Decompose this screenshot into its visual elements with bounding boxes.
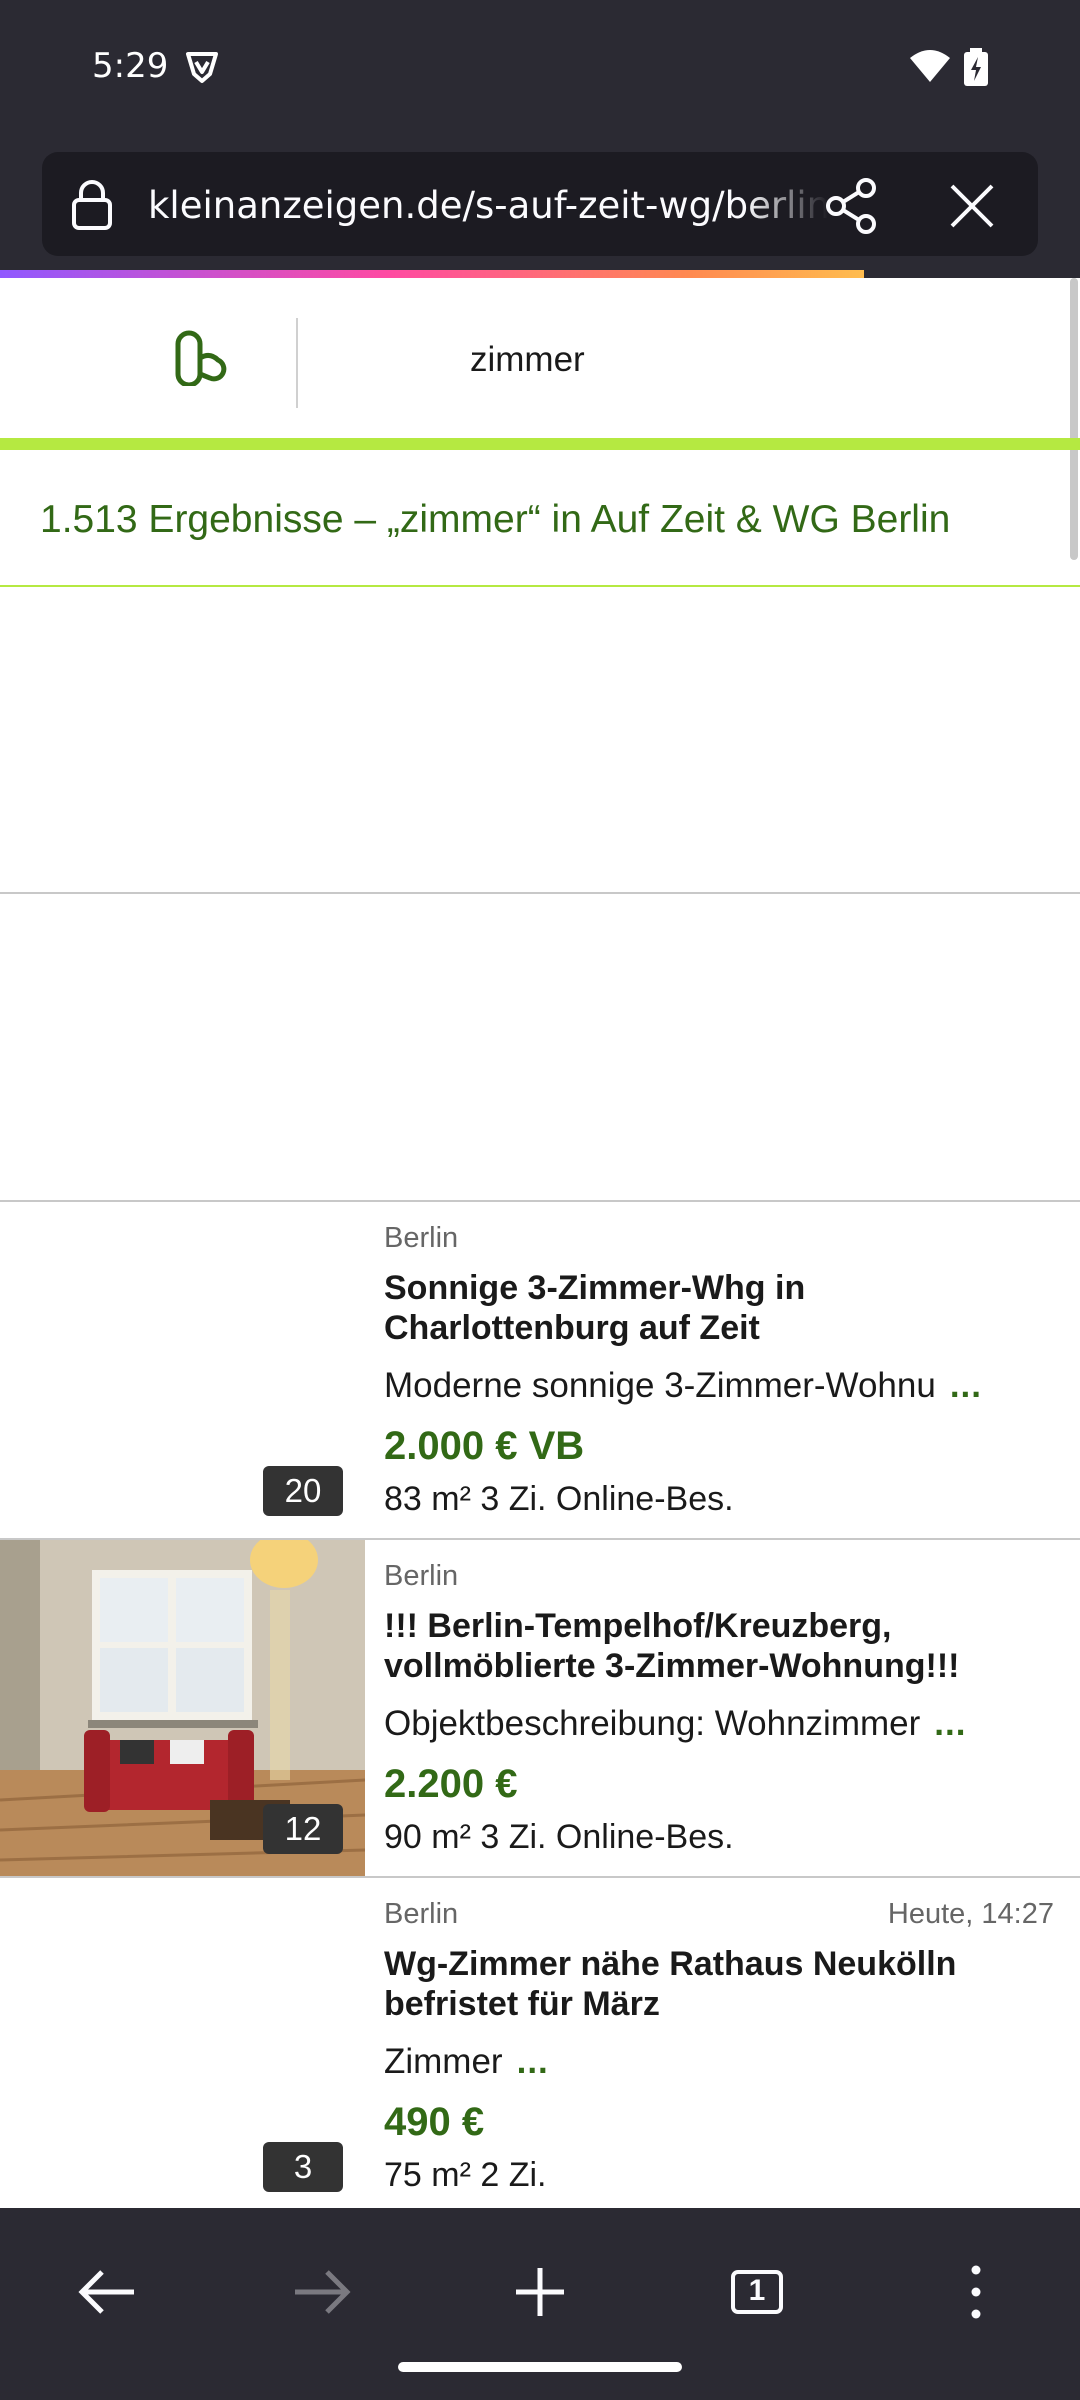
listing-item[interactable]: 12 Berlin !!! Berlin-Tempelhof/Kreuzberg… xyxy=(0,1540,1080,1878)
wifi-icon xyxy=(910,50,950,82)
header-divider xyxy=(296,318,298,408)
description-text: Moderne sonnige 3-Zimmer-Wohnu xyxy=(384,1366,936,1405)
listing-specs: 83 m² 3 Zi. Online-Bes. xyxy=(384,1480,734,1518)
divider xyxy=(0,892,1080,894)
listing-location: Berlin xyxy=(384,1560,459,1592)
vpn-shield-icon xyxy=(186,52,218,83)
back-arrow-icon[interactable] xyxy=(58,2244,154,2340)
description-text: Zimmer xyxy=(384,2042,503,2081)
web-page: zimmer 1.513 Ergebnisse – „zimmer“ in Au… xyxy=(0,278,1080,2208)
more-vertical-icon[interactable] xyxy=(928,2244,1024,2340)
progress-fill xyxy=(0,270,864,278)
share-icon[interactable] xyxy=(822,176,882,236)
description-more[interactable]: ... xyxy=(950,1366,982,1405)
listing-thumbnail[interactable]: 12 xyxy=(0,1540,365,1876)
kleinanzeigen-logo-icon[interactable] xyxy=(170,328,228,386)
listing-description: Moderne sonnige 3-Zimmer-Wohnu... xyxy=(384,1366,982,1406)
description-more[interactable]: ... xyxy=(517,2042,549,2081)
home-indicator[interactable] xyxy=(398,2362,682,2372)
tabs-button[interactable]: 1 xyxy=(709,2244,805,2340)
status-bar: 5:29 xyxy=(0,0,1080,140)
results-heading: 1.513 Ergebnisse – „zimmer“ in Auf Zeit … xyxy=(40,498,951,541)
image-count-badge: 12 xyxy=(263,1804,343,1854)
battery-charging-icon xyxy=(964,48,988,86)
listing-specs: 75 m² 2 Zi. xyxy=(384,2156,547,2194)
page-load-progress xyxy=(0,270,1080,278)
image-count-badge: 20 xyxy=(263,1466,343,1516)
site-header: zimmer xyxy=(0,278,1080,450)
listing-price: 2.000 € VB xyxy=(384,1424,585,1468)
listing-description: Zimmer... xyxy=(384,2042,549,2082)
listing-item[interactable]: 20 Berlin Sonnige 3-Zimmer-Whg in Charlo… xyxy=(0,1202,1080,1540)
listing-specs: 90 m² 3 Zi. Online-Bes. xyxy=(384,1818,734,1856)
tab-count: 1 xyxy=(748,2274,766,2307)
listing-location: Berlin xyxy=(384,1222,459,1254)
url-text[interactable]: kleinanzeigen.de/s-auf-zeit-wg/berlin xyxy=(148,184,828,227)
lock-icon[interactable] xyxy=(70,178,114,232)
listing-title[interactable]: Sonnige 3-Zimmer-Whg in Charlottenburg a… xyxy=(384,1268,1024,1348)
description-text: Objektbeschreibung: Wohnzimmer xyxy=(384,1704,921,1743)
ad-placeholder xyxy=(0,587,1080,1171)
close-icon[interactable] xyxy=(942,176,1002,236)
listing-thumbnail[interactable]: 20 xyxy=(0,1202,365,1538)
listing-item[interactable]: 3 Berlin Heute, 14:27 Wg-Zimmer nähe Rat… xyxy=(0,1878,1080,2208)
browser-toolbar: kleinanzeigen.de/s-auf-zeit-wg/berlin xyxy=(0,140,1080,278)
listing-title[interactable]: Wg-Zimmer nähe Rathaus Neukölln befriste… xyxy=(384,1944,1024,2024)
listing-title[interactable]: !!! Berlin-Tempelhof/Kreuzberg, vollmöbl… xyxy=(384,1606,1024,1686)
listing-description: Objektbeschreibung: Wohnzimmer... xyxy=(384,1704,966,1744)
listing-price: 490 € xyxy=(384,2100,485,2144)
listing-price: 2.200 € xyxy=(384,1762,518,1806)
listing-thumbnail[interactable]: 3 xyxy=(0,1878,365,2208)
search-query[interactable]: zimmer xyxy=(470,340,585,380)
plus-icon[interactable] xyxy=(492,2244,588,2340)
image-count-badge: 3 xyxy=(263,2142,343,2192)
url-bar[interactable]: kleinanzeigen.de/s-auf-zeit-wg/berlin xyxy=(42,152,1038,256)
description-more[interactable]: ... xyxy=(934,1704,966,1743)
listing-location: Berlin xyxy=(384,1898,459,1930)
listing-date: Heute, 14:27 xyxy=(887,1898,1054,1930)
status-time: 5:29 xyxy=(92,46,169,86)
forward-arrow-icon[interactable] xyxy=(275,2244,371,2340)
